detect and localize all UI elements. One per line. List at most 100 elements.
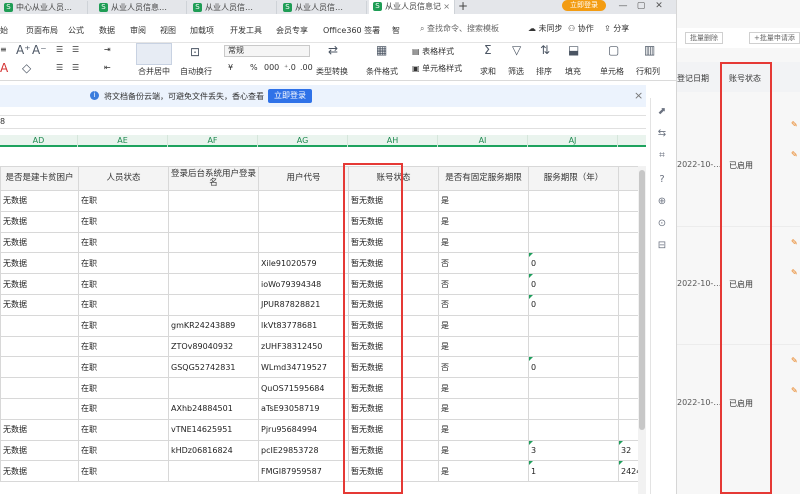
column-header-ad[interactable]: AD — [0, 135, 78, 147]
new-tab-button[interactable]: + — [458, 0, 468, 13]
table-header-cell[interactable]: 服务期限（年） — [528, 166, 619, 191]
indent-icon[interactable]: ⇥ — [104, 45, 111, 54]
table-cell[interactable] — [528, 231, 619, 254]
type-convert-button[interactable]: 类型转换 — [316, 66, 348, 77]
edit-icon[interactable]: ✎ — [791, 356, 798, 365]
table-cell[interactable] — [618, 314, 638, 337]
menu-developer[interactable]: 开发工具 — [230, 25, 262, 36]
align-icon[interactable]: ≡ — [0, 45, 7, 54]
menu-data[interactable]: 数据 — [99, 25, 115, 36]
table-cell[interactable] — [168, 252, 259, 275]
align-left-icon[interactable]: ☰ — [56, 45, 63, 54]
table-cell[interactable]: 无数据 — [0, 210, 79, 233]
convert-icon[interactable]: ⇄ — [328, 43, 338, 57]
column-header-aj[interactable]: AJ — [528, 135, 618, 147]
minimize-icon[interactable]: — — [614, 0, 632, 13]
sum-icon[interactable]: Σ — [484, 43, 492, 57]
table-cell[interactable]: Pjru95684994 — [258, 418, 349, 441]
close-icon[interactable]: × — [634, 89, 643, 102]
merge-center-button[interactable]: 合并居中 — [138, 66, 170, 77]
table-cell[interactable]: 是 — [438, 460, 529, 483]
tab-2[interactable]: S 从业人员信息… — [95, 1, 187, 14]
table-header-cell[interactable]: 是否有固定服务期限 — [438, 166, 529, 191]
column-header-af[interactable]: AF — [168, 135, 258, 147]
table-cell[interactable]: 是 — [438, 439, 529, 462]
cell-reference[interactable]: 8 — [0, 117, 5, 126]
share-button[interactable]: ⇪ 分享 — [604, 23, 629, 34]
collab-button[interactable]: ⚇ 协作 — [568, 23, 594, 34]
adjust-icon[interactable]: ⇆ — [656, 128, 668, 140]
column-header-ah[interactable]: AH — [348, 135, 438, 147]
table-cell[interactable]: 32 — [618, 439, 638, 462]
filter-button[interactable]: 筛选 — [508, 66, 524, 77]
edit-icon[interactable]: ✎ — [791, 120, 798, 129]
tab-5-active[interactable]: S 从业人员信息记 × — [369, 0, 455, 14]
table-cell[interactable]: 在职 — [78, 460, 169, 483]
table-cell[interactable] — [168, 460, 259, 483]
percent-button[interactable]: % — [250, 63, 258, 72]
font-color-icon[interactable]: A — [0, 61, 8, 75]
table-cell[interactable]: WLmd34719527 — [258, 356, 349, 379]
batch-delete-button[interactable]: 批量删除 — [685, 32, 723, 44]
column-header-ag[interactable]: AG — [258, 135, 348, 147]
table-cell[interactable]: 在职 — [78, 335, 169, 358]
table-cell[interactable]: 在职 — [78, 314, 169, 337]
table-cell[interactable] — [168, 273, 259, 295]
align-middle-icon[interactable]: ☰ — [72, 63, 79, 72]
table-cell[interactable]: 0 — [528, 252, 619, 275]
menu-more[interactable]: 智 — [392, 25, 400, 36]
table-cell[interactable]: 在职 — [78, 439, 169, 462]
close-window-icon[interactable]: ✕ — [650, 0, 668, 13]
edit-icon[interactable]: ✎ — [791, 268, 798, 277]
table-cell[interactable]: 无数据 — [0, 460, 79, 483]
eraser-icon[interactable]: ◇ — [22, 61, 31, 75]
font-size-down-icon[interactable]: A⁻ — [32, 43, 47, 57]
table-cell[interactable]: 在职 — [78, 397, 169, 420]
decimal-decrease-button[interactable]: .00 — [300, 63, 313, 72]
table-cell[interactable] — [0, 356, 79, 379]
table-cell[interactable] — [618, 377, 638, 399]
menu-formula[interactable]: 公式 — [68, 25, 84, 36]
table-cell[interactable] — [528, 397, 619, 420]
conditional-format-button[interactable]: 条件格式 — [366, 66, 398, 77]
table-cell[interactable]: 在职 — [78, 273, 169, 295]
table-cell[interactable] — [168, 210, 259, 233]
table-cell[interactable]: 在职 — [78, 418, 169, 441]
table-cell[interactable] — [528, 335, 619, 358]
table-cell[interactable] — [528, 190, 619, 212]
table-cell[interactable]: 无数据 — [0, 293, 79, 316]
currency-button[interactable]: ¥ — [228, 63, 233, 72]
table-cell[interactable]: 是 — [438, 397, 529, 420]
table-style-button[interactable]: ▤ 表格样式 — [412, 46, 454, 57]
conditional-format-icon[interactable]: ▦ — [376, 43, 387, 57]
table-cell[interactable] — [618, 335, 638, 358]
scrollbar-thumb[interactable] — [639, 170, 645, 430]
table-cell[interactable]: 否 — [438, 252, 529, 275]
table-cell[interactable] — [528, 418, 619, 441]
crop-icon[interactable]: ⌗ — [656, 150, 668, 162]
table-cell[interactable]: Xile91020579 — [258, 252, 349, 275]
menu-page-layout[interactable]: 页面布局 — [26, 25, 58, 36]
outdent-icon[interactable]: ⇤ — [104, 63, 111, 72]
tab-4[interactable]: S 从业人员信… — [279, 1, 367, 14]
table-cell[interactable]: 是 — [438, 314, 529, 337]
command-search[interactable]: ⌕ 查找命令、搜索模板 — [420, 23, 499, 34]
table-cell[interactable]: vTNE14625951 — [168, 418, 259, 441]
batch-add-button[interactable]: +批量申请添 — [749, 32, 800, 44]
table-cell[interactable] — [258, 231, 349, 254]
table-cell[interactable] — [258, 190, 349, 212]
table-cell[interactable] — [618, 397, 638, 420]
table-cell[interactable] — [618, 252, 638, 275]
table-cell[interactable]: 无数据 — [0, 273, 79, 295]
fill-icon[interactable]: ⬓ — [568, 43, 579, 57]
table-cell[interactable] — [168, 293, 259, 316]
cell-icon[interactable]: ▢ — [608, 43, 619, 57]
table-header-cell[interactable]: 是否是建卡贫困户 — [0, 166, 79, 191]
help-icon[interactable]: ? — [656, 174, 668, 186]
table-cell[interactable] — [0, 314, 79, 337]
table-cell[interactable]: zUHF38312450 — [258, 335, 349, 358]
table-cell[interactable]: pcIE29853728 — [258, 439, 349, 462]
table-cell[interactable] — [258, 210, 349, 233]
table-cell[interactable]: lkVt83778681 — [258, 314, 349, 337]
vertical-scrollbar[interactable] — [638, 166, 646, 494]
